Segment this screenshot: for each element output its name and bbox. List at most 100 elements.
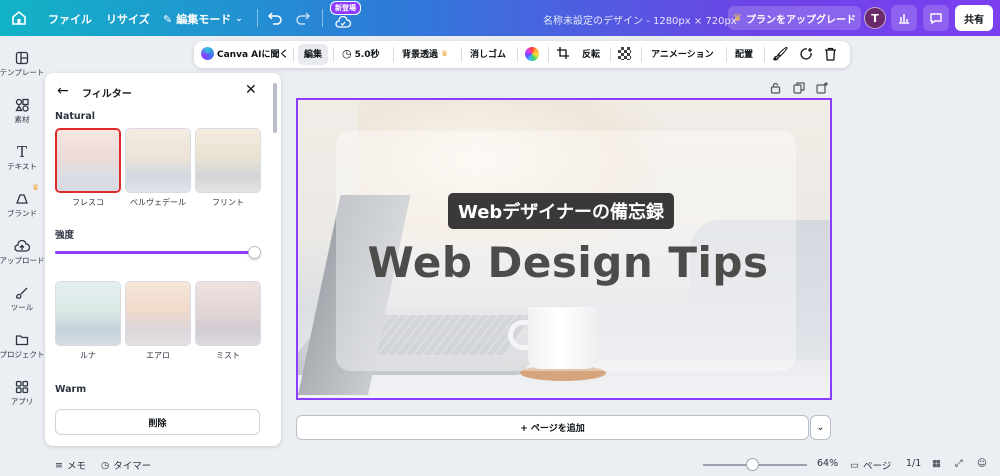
bar-chart-icon (899, 14, 909, 24)
rail-item-uploads[interactable]: アップロード (0, 239, 45, 266)
timer-button[interactable]: ◷ タイマー (101, 458, 151, 473)
filter-thumb-flint[interactable] (195, 128, 261, 193)
rail-item-tools[interactable]: ツール (0, 286, 44, 313)
upgrade-label: プランをアップグレード (745, 14, 856, 26)
paint-roller-icon[interactable]: 🖌 (772, 47, 789, 62)
help-icon[interactable]: ☺ (977, 458, 987, 469)
rail-label: アップロード (0, 256, 45, 265)
crown-icon: ♛ (733, 12, 742, 24)
filter-preview (126, 129, 190, 192)
rail-label: ツール (10, 303, 34, 312)
zoom-slider-handle[interactable] (746, 458, 759, 471)
panel-scrollbar[interactable] (273, 83, 277, 133)
timer-icon: ◷ (101, 459, 110, 471)
pages-label: ページ (862, 461, 892, 472)
shapes-icon (15, 98, 29, 112)
notes-icon: ≡ (55, 459, 63, 471)
close-icon[interactable]: ✕ (245, 82, 257, 98)
file-menu[interactable]: ファイル (48, 11, 92, 27)
mode-menu[interactable]: ✎ 編集モード ⌄ (163, 11, 243, 27)
add-page-button[interactable]: + ページを追加 (296, 415, 809, 440)
resize-menu[interactable]: リサイズ (106, 11, 150, 27)
comment-button[interactable] (923, 5, 949, 31)
upgrade-button[interactable]: ♛ プランをアップグレード (728, 6, 861, 30)
brand-icon (16, 194, 28, 204)
divider (293, 47, 294, 62)
divider (548, 47, 549, 62)
comment-add-icon (800, 48, 812, 60)
canva-ai-icon (201, 47, 214, 60)
rail-item-brand[interactable]: ブランド (0, 192, 44, 219)
filter-thumb-aero[interactable] (125, 281, 191, 346)
notes-button[interactable]: ≡ メモ (55, 458, 86, 473)
delete-button[interactable] (824, 47, 837, 61)
chevron-down-icon: ⌄ (235, 14, 243, 24)
duration-button[interactable]: ◷ 5.0秒 (342, 47, 380, 60)
document-title[interactable]: 名称未設定のデザイン - 1280px × 720px (543, 12, 737, 27)
canvas-subtitle[interactable]: Webデザイナーの備忘録 (448, 193, 674, 229)
trash-icon (825, 47, 836, 61)
left-rail: テンプレート 素材 T テキスト ♛ ブランド アップロード ツール プロジェク… (0, 36, 45, 446)
redo-icon[interactable] (294, 9, 312, 27)
rail-item-text[interactable]: T テキスト (0, 145, 44, 172)
bg-remove-button[interactable]: 背景透過 ♛ (402, 47, 448, 60)
color-button[interactable] (525, 47, 539, 61)
filter-name: エアロ (146, 351, 170, 360)
divider (610, 47, 611, 62)
design-canvas[interactable]: Webデザイナーの備忘録 Web Design Tips (296, 98, 832, 400)
crown-icon: ♛ (32, 183, 40, 192)
share-button[interactable]: 共有 (955, 5, 993, 31)
chevron-down-icon[interactable]: ⌄ (810, 415, 831, 440)
grid-view-icon[interactable]: ▦ (932, 458, 941, 469)
cloud-save-icon[interactable] (334, 13, 352, 31)
filter-name: フリント (212, 198, 244, 207)
flip-button[interactable]: 反転 (582, 47, 600, 60)
filter-name: ルナ (80, 351, 96, 360)
arrange-button[interactable]: 配置 (735, 47, 753, 60)
eraser-button[interactable]: 消しゴム (470, 47, 506, 60)
undo-icon[interactable] (266, 9, 284, 27)
filter-preview (57, 130, 119, 191)
divider (393, 47, 394, 62)
filter-thumb-luna[interactable] (55, 281, 121, 346)
filter-thumb-fresco[interactable] (55, 128, 121, 193)
text-icon: T (16, 143, 27, 161)
rail-label: テンプレート (0, 68, 45, 77)
filter-name: ミスト (216, 351, 240, 360)
divider (322, 9, 323, 27)
lock-icon[interactable] (770, 82, 781, 97)
crop-button[interactable] (557, 47, 569, 59)
bg-remove-label: 背景透過 (402, 50, 439, 60)
pages-button[interactable]: ▭ ページ (850, 458, 892, 473)
comment-add-button[interactable] (800, 47, 814, 61)
edit-button[interactable]: 編集 (304, 47, 322, 60)
color-wheel-icon (525, 47, 539, 61)
canvas-title[interactable]: Web Design Tips (298, 238, 830, 287)
rail-item-elements[interactable]: 素材 (0, 98, 44, 125)
intensity-slider-handle[interactable] (248, 246, 261, 259)
rail-item-apps[interactable]: アプリ (0, 380, 44, 407)
insights-button[interactable] (891, 5, 917, 31)
notes-label: メモ (66, 461, 86, 472)
add-page-icon[interactable] (816, 82, 828, 97)
back-arrow-icon[interactable]: ← (57, 83, 69, 99)
rail-item-templates[interactable]: テンプレート (0, 51, 44, 78)
intensity-label: 強度 (55, 230, 75, 241)
rail-item-projects[interactable]: プロジェクト (0, 333, 45, 360)
duplicate-page-icon[interactable] (793, 82, 805, 97)
animation-button[interactable]: アニメーション (651, 47, 714, 60)
filter-thumb-belvedere[interactable] (125, 128, 191, 193)
zoom-level[interactable]: 64% (817, 458, 838, 469)
avatar[interactable]: T (864, 7, 886, 29)
intensity-slider-track[interactable] (55, 251, 255, 254)
home-icon[interactable] (10, 9, 28, 27)
delete-filter-button[interactable]: 削除 (55, 409, 260, 435)
bottom-bar: ≡ メモ ◷ タイマー 64% ▭ ページ 1/1 ▦ ⤢ ☺ (0, 452, 1000, 476)
divider (257, 9, 258, 27)
fullscreen-icon[interactable]: ⤢ (955, 458, 963, 469)
clock-icon: ◷ (342, 47, 352, 60)
section-heading-warm: Warm (55, 384, 87, 395)
filter-thumb-mist[interactable] (195, 281, 261, 346)
canva-ai-button[interactable]: Canva AIに聞く (201, 47, 288, 60)
transparency-button[interactable] (618, 47, 631, 60)
